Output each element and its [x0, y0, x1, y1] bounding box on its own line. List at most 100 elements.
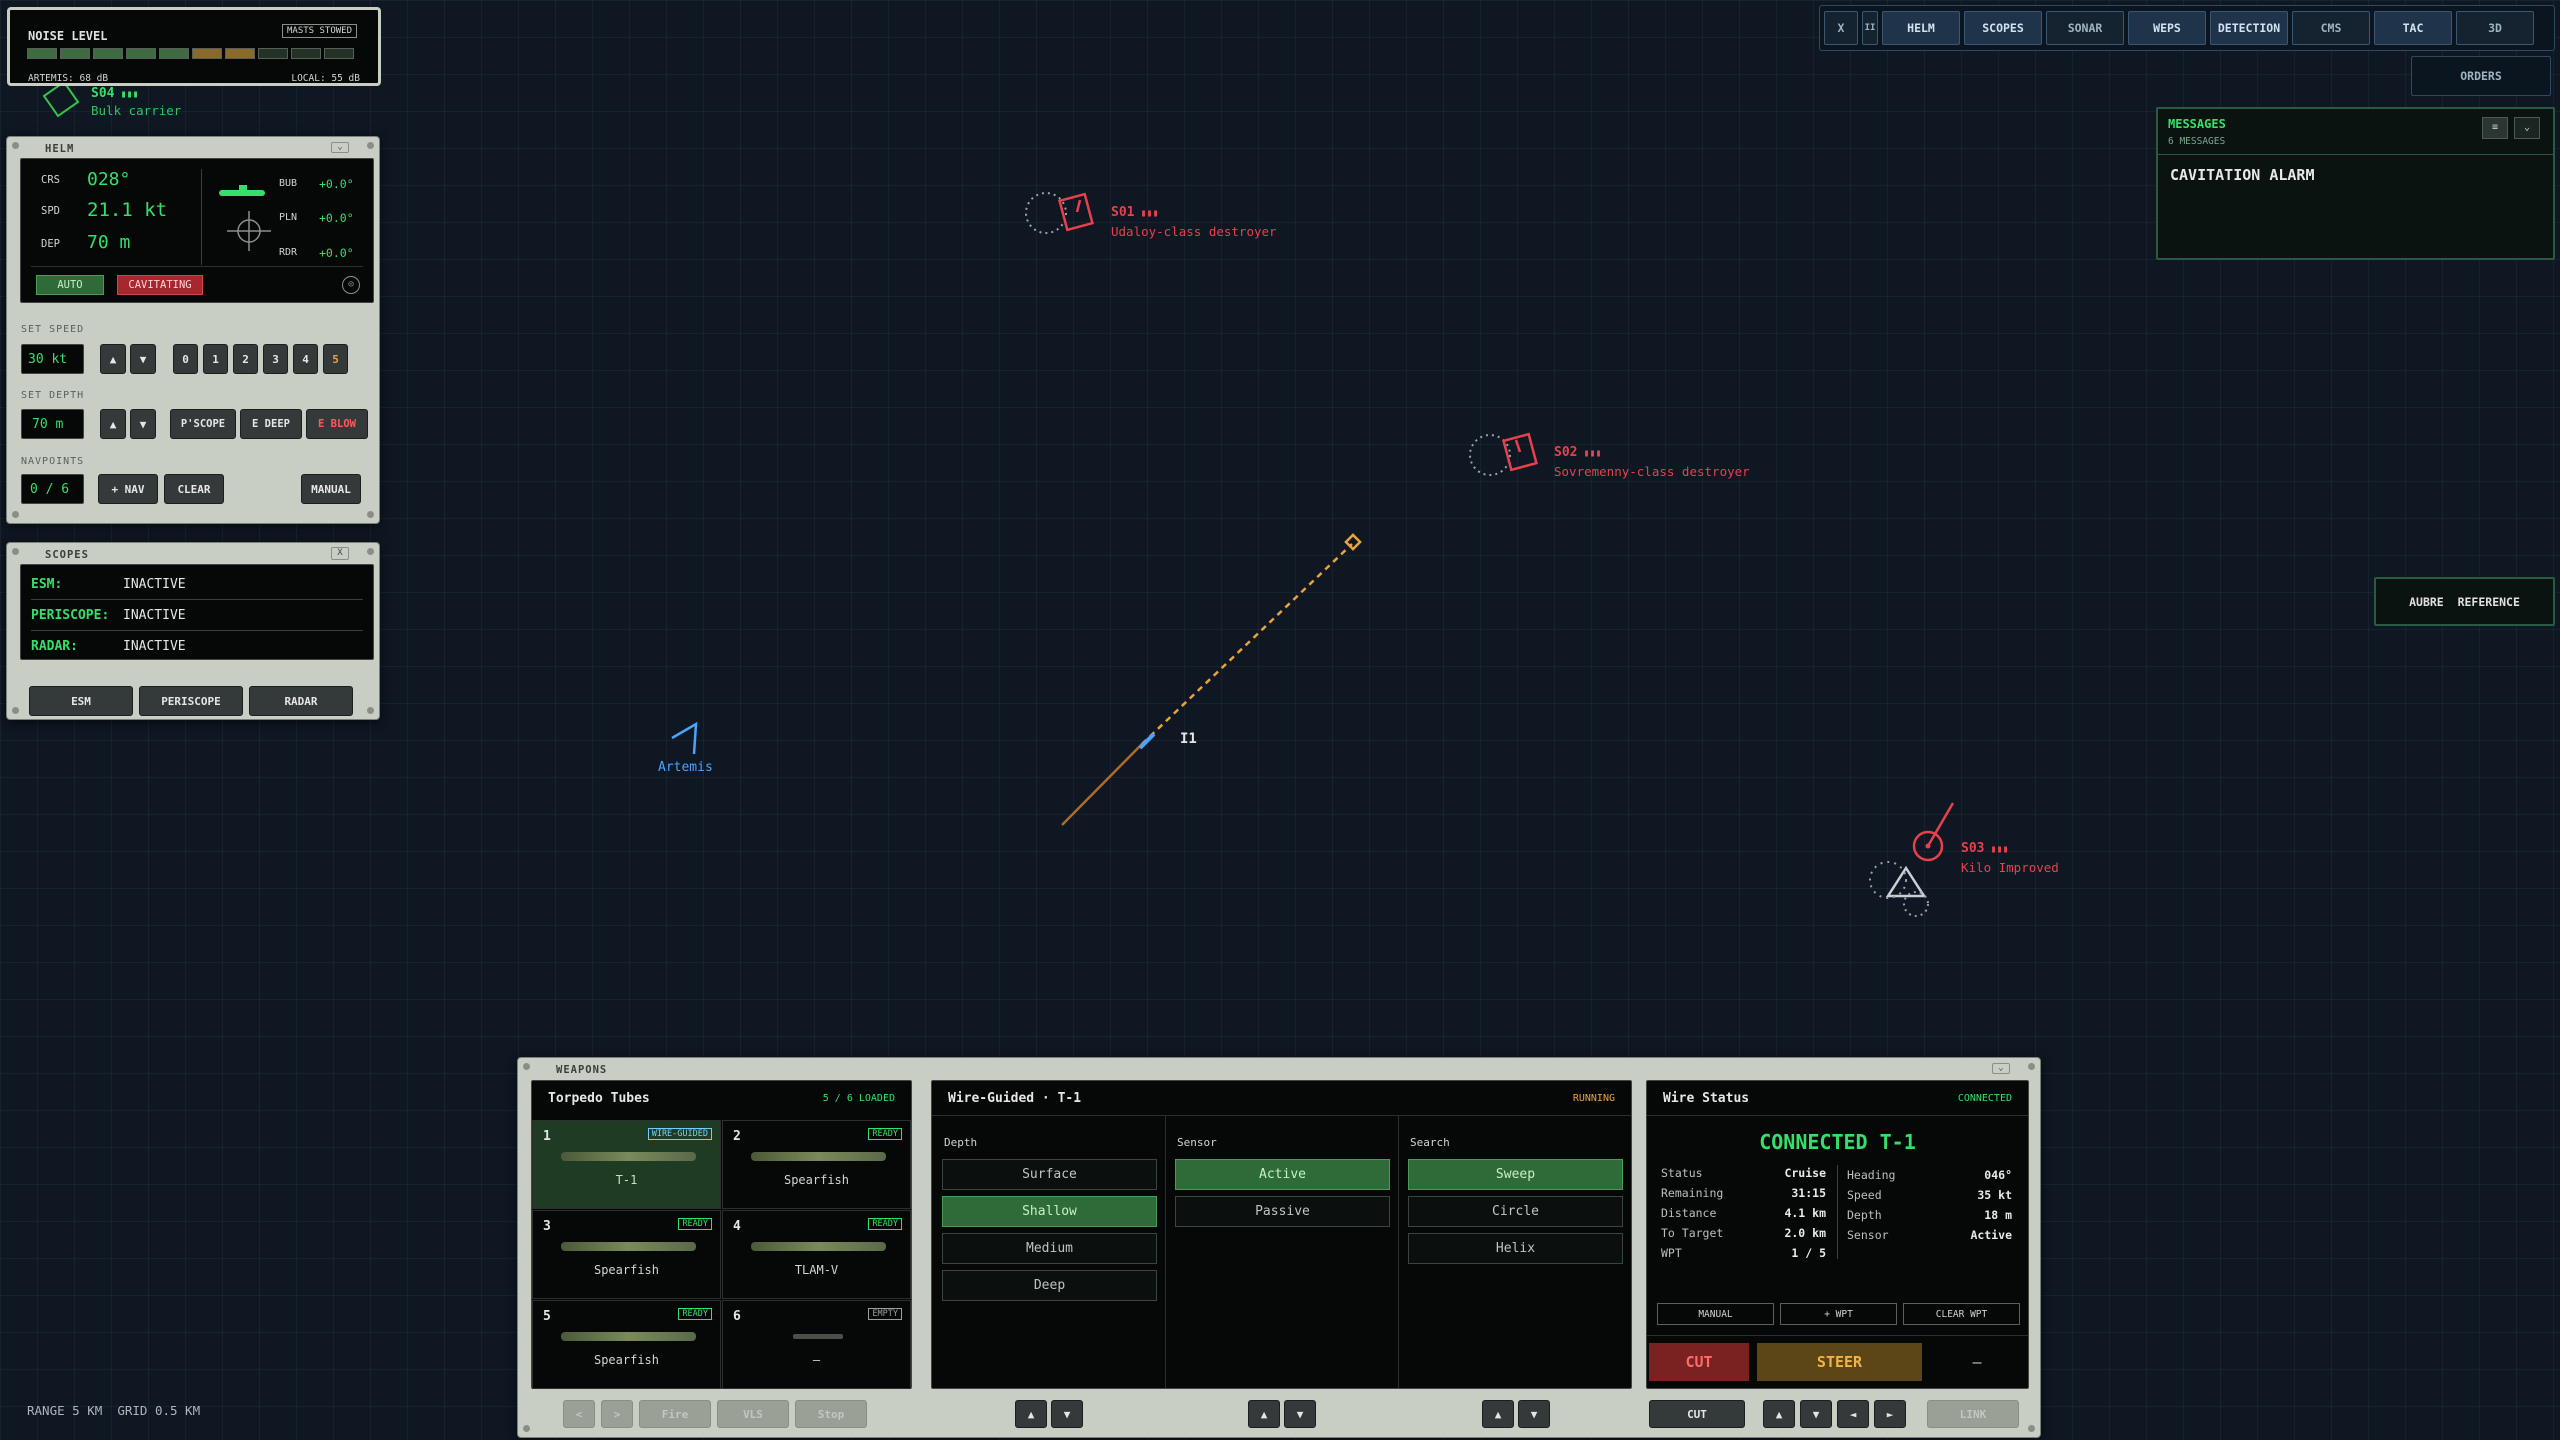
speed-step-button[interactable]: 5 [323, 344, 348, 374]
tab-sonar[interactable]: SONAR [2046, 11, 2124, 45]
contact-s03-label[interactable]: S03 ▮▮▮ Kilo Improved [1961, 840, 2059, 878]
tube-stop-button[interactable]: Stop [795, 1400, 867, 1428]
emergency-blow-button[interactable]: E BLOW [306, 409, 368, 439]
tab-cms[interactable]: CMS [2292, 11, 2370, 45]
option-surface[interactable]: Surface [942, 1159, 1157, 1190]
scope-esm-button[interactable]: ESM [29, 686, 133, 716]
search-up-button[interactable]: ▲ [1482, 1400, 1514, 1428]
depth-up-button[interactable]: ▲ [1015, 1400, 1047, 1428]
depth-up-button[interactable]: ▲ [100, 409, 126, 439]
periscope-depth-button[interactable]: P'SCOPE [170, 409, 236, 439]
close-icon[interactable]: X [331, 547, 349, 560]
torpedo-tube-4[interactable]: 4 READY TLAM-V [722, 1210, 911, 1299]
auto-button[interactable]: AUTO [36, 275, 104, 295]
speed-step-button[interactable]: 4 [293, 344, 318, 374]
scope-periscope-button[interactable]: PERISCOPE [139, 686, 243, 716]
settings-gear-icon[interactable]: ⊙ [342, 276, 360, 294]
speed-up-button[interactable]: ▲ [100, 344, 126, 374]
steer-right-button[interactable]: ► [1874, 1400, 1906, 1428]
tube-fire-button[interactable]: Fire [639, 1400, 711, 1428]
torpedo-icon [561, 1152, 696, 1161]
reference-button[interactable]: AUBRE REFERENCE [2374, 577, 2555, 626]
steer-down-button[interactable]: ▼ [1800, 1400, 1832, 1428]
add-waypoint-button[interactable]: + WPT [1780, 1303, 1897, 1325]
set-speed-value[interactable]: 30 kt [21, 344, 84, 374]
waypoint-marker[interactable] [1344, 533, 1362, 551]
torpedo-tube-1[interactable]: 1 WIRE-GUIDED T-1 [532, 1120, 721, 1209]
own-ship-symbol[interactable] [671, 721, 698, 755]
tab-weps[interactable]: WEPS [2128, 11, 2206, 45]
wire-manual-button[interactable]: MANUAL [1657, 1303, 1774, 1325]
tab-tac[interactable]: TAC [2374, 11, 2452, 45]
option-helix[interactable]: Helix [1408, 1233, 1623, 1264]
option-medium[interactable]: Medium [942, 1233, 1157, 1264]
speed-step-button[interactable]: 1 [203, 344, 228, 374]
stat-label: Depth [1847, 1208, 1882, 1222]
steer-arrow-group: ▲ ▼ ◄ ► [1763, 1400, 1906, 1428]
clear-nav-button[interactable]: CLEAR [164, 474, 224, 504]
message-list-icon[interactable]: ≡ [2482, 117, 2508, 139]
option-deep[interactable]: Deep [942, 1270, 1157, 1301]
weapons-panel: WEAPONS ⌄ Torpedo Tubes 5 / 6 LOADED 1 WI… [517, 1057, 2041, 1438]
scope-radar-button[interactable]: RADAR [249, 686, 353, 716]
tube-status-badge: READY [678, 1308, 712, 1320]
speed-step-button[interactable]: 3 [263, 344, 288, 374]
collapse-icon[interactable]: ⌄ [2514, 117, 2540, 139]
torpedo-tube-5[interactable]: 5 READY Spearfish [532, 1300, 721, 1389]
tab-3d[interactable]: 3D [2456, 11, 2534, 45]
sensor-down-button[interactable]: ▼ [1284, 1400, 1316, 1428]
stat-label: Status [1661, 1166, 1703, 1180]
link-button[interactable]: LINK [1927, 1400, 2019, 1428]
contact-s01-label[interactable]: S01 ▮▮▮ Udaloy-class destroyer [1111, 204, 1277, 242]
steer-up-button[interactable]: ▲ [1763, 1400, 1795, 1428]
contact-s01-symbol[interactable] [1025, 192, 1094, 234]
cut-wire-button[interactable]: CUT [1649, 1343, 1749, 1381]
clear-waypoint-button[interactable]: CLEAR WPT [1903, 1303, 2020, 1325]
speed-step-button[interactable]: 2 [233, 344, 258, 374]
option-active[interactable]: Active [1175, 1159, 1390, 1190]
torpedo-tube-3[interactable]: 3 READY Spearfish [532, 1210, 721, 1299]
emergency-deep-button[interactable]: E DEEP [240, 409, 302, 439]
contact-s02-symbol[interactable] [1469, 432, 1538, 476]
depth-down-button[interactable]: ▼ [130, 409, 156, 439]
pause-button[interactable]: II [1862, 11, 1878, 45]
manual-button[interactable]: MANUAL [301, 474, 361, 504]
navpoints-value: 0 / 6 [21, 474, 84, 504]
tab-detection[interactable]: DETECTION [2210, 11, 2288, 45]
rdr-label: RDR [279, 247, 298, 258]
add-nav-button[interactable]: + NAV [98, 474, 158, 504]
option-passive[interactable]: Passive [1175, 1196, 1390, 1227]
contact-s03-symbol[interactable] [1869, 802, 1955, 917]
torpedo-tube-6[interactable]: 6 EMPTY — [722, 1300, 911, 1389]
stat-label: Heading [1847, 1168, 1896, 1182]
option-shallow[interactable]: Shallow [942, 1196, 1157, 1227]
depth-down-button[interactable]: ▼ [1051, 1400, 1083, 1428]
orders-button[interactable]: ORDERS [2411, 56, 2551, 96]
torpedo-tube-2[interactable]: 2 READY Spearfish [722, 1120, 911, 1209]
wire-stats-left: Status Cruise Remaining 31:15 Distance 4.1 km… [1661, 1163, 1826, 1263]
wire-status-section: Wire Status CONNECTED CONNECTED T-1 Stat… [1646, 1080, 2029, 1389]
contact-s04-label[interactable]: S04 ▮▮▮ Bulk carrier [91, 86, 181, 120]
top-toolbar: X II HELM SCOPES SONAR WEPS DETECTION CMS TAC 3… [1819, 5, 2555, 51]
option-sweep[interactable]: Sweep [1408, 1159, 1623, 1190]
wire-connected-status: CONNECTED [1957, 1093, 2012, 1104]
steer-button[interactable]: STEER [1757, 1343, 1922, 1381]
close-app-button[interactable]: X [1824, 11, 1858, 45]
collapse-icon[interactable]: ⌄ [1992, 1063, 2010, 1074]
tube-next-button[interactable]: > [601, 1400, 633, 1428]
cut-button[interactable]: CUT [1649, 1400, 1745, 1428]
set-depth-value[interactable]: 70 m [21, 409, 84, 439]
speed-down-button[interactable]: ▼ [130, 344, 156, 374]
collapse-icon[interactable]: ⌄ [331, 142, 349, 153]
contact-s04-symbol[interactable] [42, 80, 80, 118]
tube-prev-button[interactable]: < [563, 1400, 595, 1428]
steer-left-button[interactable]: ◄ [1837, 1400, 1869, 1428]
sensor-up-button[interactable]: ▲ [1248, 1400, 1280, 1428]
speed-step-button[interactable]: 0 [173, 344, 198, 374]
tab-helm[interactable]: HELM [1882, 11, 1960, 45]
search-down-button[interactable]: ▼ [1518, 1400, 1550, 1428]
option-circle[interactable]: Circle [1408, 1196, 1623, 1227]
contact-s02-label[interactable]: S02 ▮▮▮ Sovremenny-class destroyer [1554, 444, 1750, 482]
tube-vls-button[interactable]: VLS [717, 1400, 789, 1428]
tab-scopes[interactable]: SCOPES [1964, 11, 2042, 45]
